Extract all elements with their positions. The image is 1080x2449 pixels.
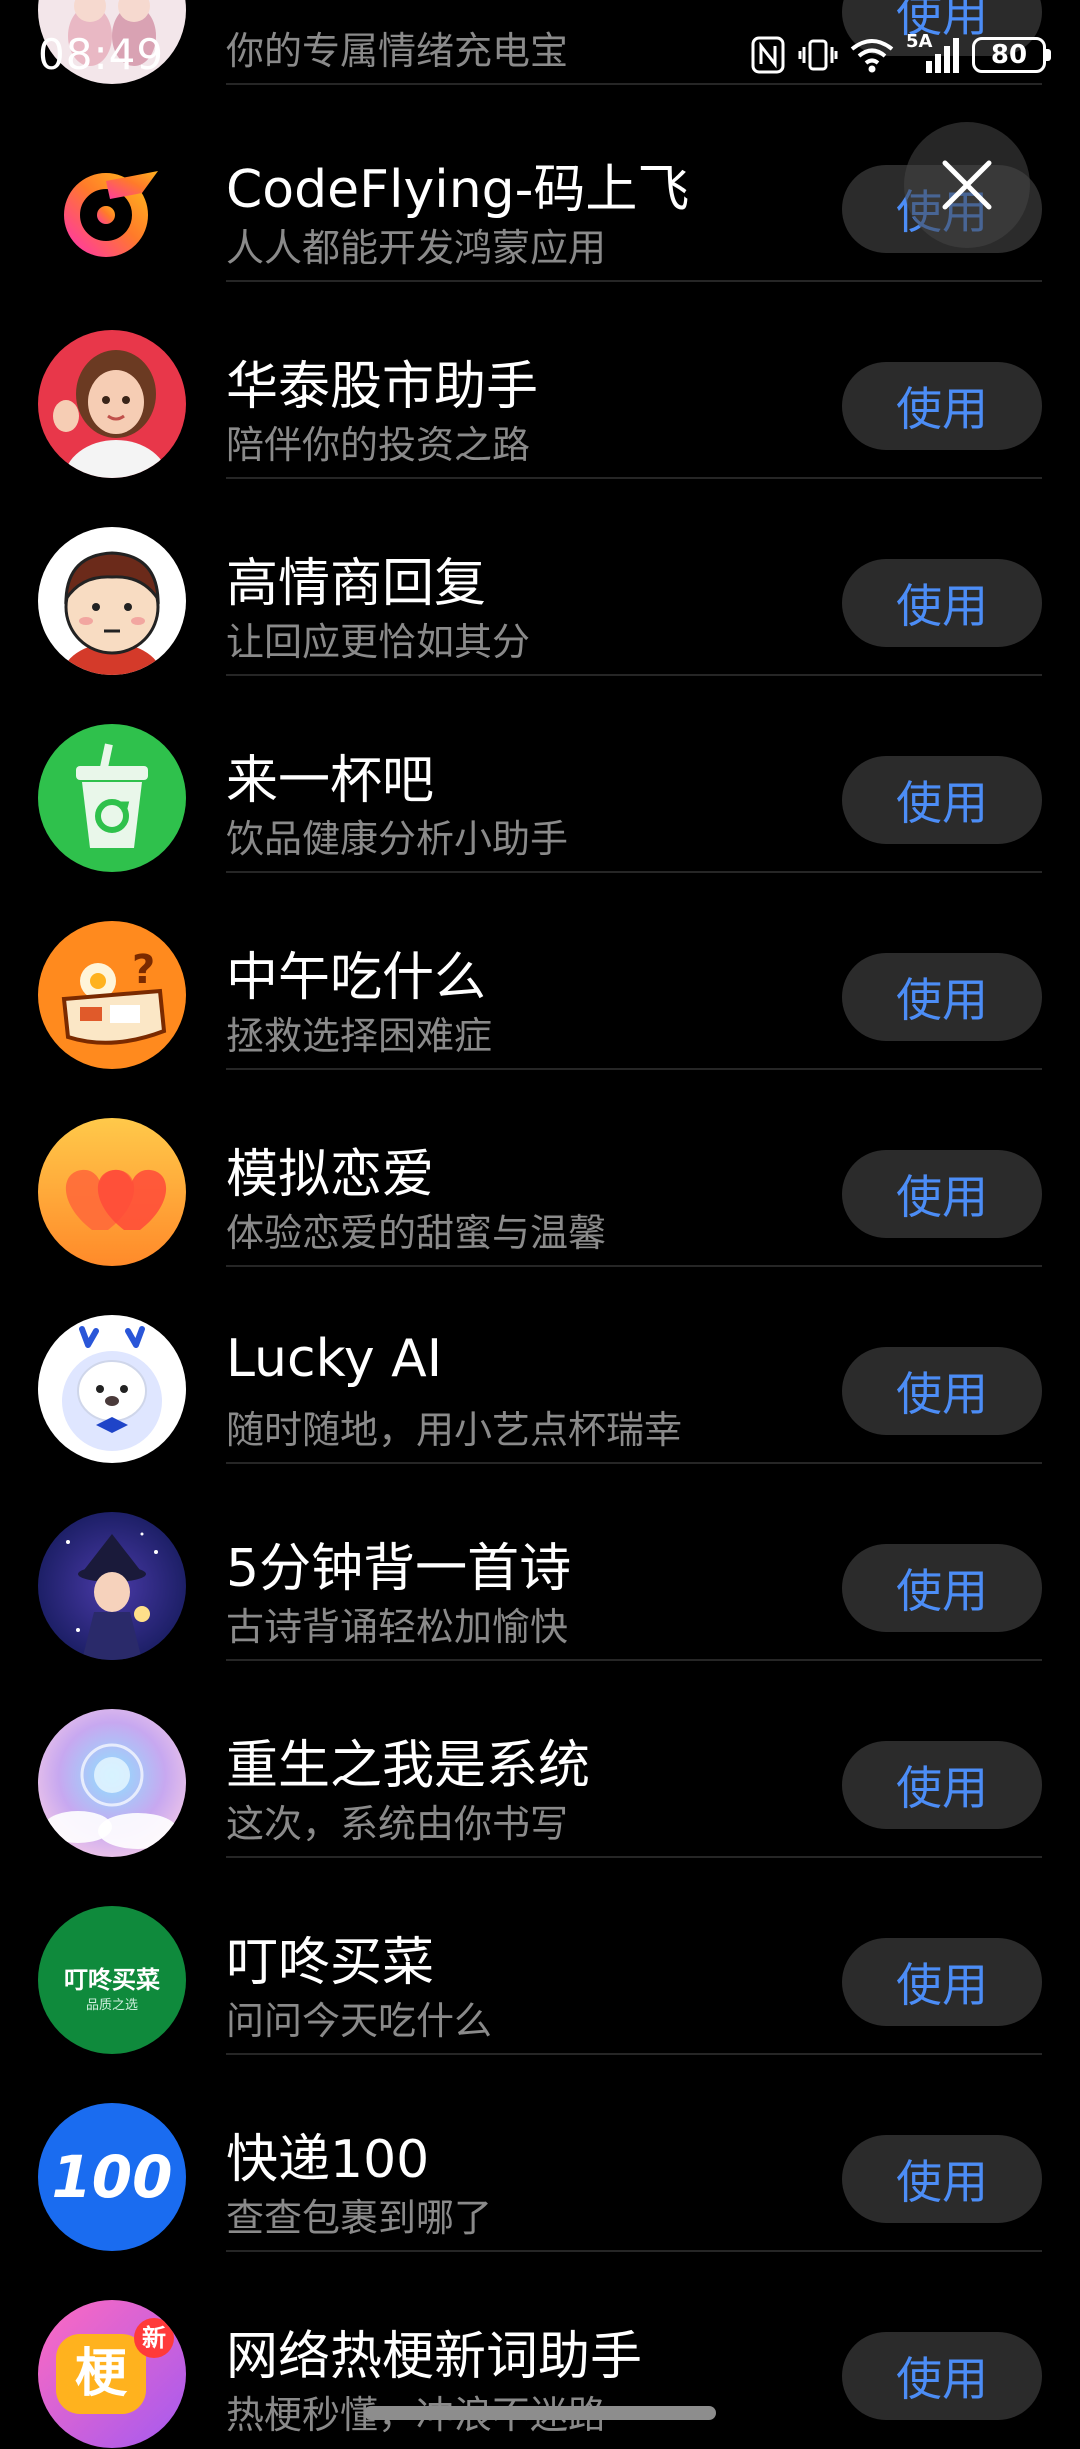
drink-cup-icon [38, 724, 186, 872]
status-icons: 5A 80 [750, 30, 1051, 80]
cartoon-boy-avatar [38, 527, 186, 675]
list-item[interactable]: 来一杯吧 饮品健康分析小助手 使用 [0, 676, 1080, 873]
dingdong-logo-text: 叮咚买菜 [64, 1966, 160, 1994]
hearts-icon [38, 1118, 186, 1266]
dingdong-logo: 叮咚买菜 品质之选 [38, 1906, 186, 2054]
dingdong-logo-subtext: 品质之选 [85, 1998, 138, 2013]
list-item[interactable]: ? 中午吃什么 拯救选择困难症 使用 [0, 873, 1080, 1070]
use-button[interactable]: 使用 [842, 559, 1042, 647]
item-title: CodeFlying-码上飞 [226, 160, 690, 220]
agent-list: 你的专属情绪充电宝 使用 CodeFlying-码上飞 人人都能开发鸿蒙应用 使… [0, 0, 1080, 2449]
item-title: 中午吃什么 [226, 948, 487, 1008]
list-item[interactable]: 华泰股市助手 陪伴你的投资之路 使用 [0, 282, 1080, 479]
item-title: 快递100 [226, 2130, 430, 2190]
vibrate-icon [798, 35, 838, 75]
geng-logo-text: 梗 [56, 2334, 146, 2414]
item-subtitle: 拯救选择困难症 [226, 1014, 493, 1058]
item-subtitle: 让回应更恰如其分 [226, 620, 531, 664]
item-subtitle: 随时随地，用小艺点杯瑞幸 [226, 1408, 683, 1452]
use-button[interactable]: 使用 [842, 953, 1042, 1041]
signal-icon: 5A [906, 31, 960, 75]
dreamy-cloud-icon [38, 1709, 186, 1857]
use-button[interactable]: 使用 [842, 756, 1042, 844]
close-icon [942, 160, 992, 210]
list-item[interactable]: 100 快递100 查查包裹到哪了 使用 [0, 2055, 1080, 2252]
item-title: 网络热梗新词助手 [226, 2327, 643, 2387]
wifi-icon [850, 35, 894, 75]
item-subtitle: 问问今天吃什么 [226, 1999, 493, 2043]
list-item[interactable]: 重生之我是系统 这次，系统由你书写 使用 [0, 1661, 1080, 1858]
item-title: 华泰股市助手 [226, 357, 539, 417]
item-title: Lucky AI [226, 1329, 443, 1389]
item-subtitle: 古诗背诵轻松加愉快 [226, 1605, 569, 1649]
waving-girl-avatar [38, 330, 186, 478]
codeflying-logo [38, 133, 186, 281]
item-subtitle: 体验恋爱的甜蜜与温馨 [226, 1211, 607, 1255]
list-item[interactable]: 高情商回复 让回应更恰如其分 使用 [0, 479, 1080, 676]
kuaidi100-logo-text: 100 [51, 2143, 173, 2211]
list-item[interactable]: 模拟恋爱 体验恋爱的甜蜜与温馨 使用 [0, 1070, 1080, 1267]
home-indicator[interactable] [364, 2406, 716, 2420]
item-subtitle: 陪伴你的投资之路 [226, 423, 531, 467]
item-title: 重生之我是系统 [226, 1736, 591, 1796]
status-time: 08:49 [38, 30, 165, 79]
list-item[interactable]: 叮咚买菜 品质之选 叮咚买菜 问问今天吃什么 使用 [0, 1858, 1080, 2055]
item-title: 高情商回复 [226, 554, 487, 614]
use-button[interactable]: 使用 [842, 1150, 1042, 1238]
svg-text:?: ? [132, 947, 155, 993]
new-badge: 新 [134, 2318, 174, 2358]
item-title: 5分钟背一首诗 [226, 1539, 572, 1599]
deer-mascot-icon [38, 1315, 186, 1463]
item-title: 叮咚买菜 [226, 1933, 435, 1993]
use-button[interactable]: 使用 [842, 362, 1042, 450]
nfc-icon [750, 35, 786, 75]
item-title: 模拟恋爱 [226, 1145, 435, 1205]
use-button[interactable]: 使用 [842, 1741, 1042, 1829]
battery-indicator: 80 [972, 37, 1051, 73]
use-button[interactable]: 使用 [842, 1938, 1042, 2026]
item-subtitle: 人人都能开发鸿蒙应用 [226, 226, 607, 270]
kuaidi100-logo: 100 [38, 2103, 186, 2251]
poet-girl-avatar [38, 1512, 186, 1660]
item-subtitle: 饮品健康分析小助手 [226, 817, 569, 861]
list-item[interactable]: 5分钟背一首诗 古诗背诵轻松加愉快 使用 [0, 1464, 1080, 1661]
use-button[interactable]: 使用 [842, 2135, 1042, 2223]
item-title: 来一杯吧 [226, 751, 435, 811]
use-button[interactable]: 使用 [842, 1347, 1042, 1435]
status-bar: 08:49 5A 80 [0, 0, 1080, 110]
geng-badge-icon: 梗 新 [38, 2300, 186, 2448]
use-button[interactable]: 使用 [842, 1544, 1042, 1632]
item-subtitle: 查查包裹到哪了 [226, 2196, 493, 2240]
close-button[interactable] [904, 122, 1030, 248]
lunchbox-icon: ? [38, 921, 186, 1069]
item-subtitle: 这次，系统由你书写 [226, 1802, 569, 1846]
use-button[interactable]: 使用 [842, 2332, 1042, 2420]
list-item[interactable]: Lucky AI 随时随地，用小艺点杯瑞幸 使用 [0, 1267, 1080, 1464]
